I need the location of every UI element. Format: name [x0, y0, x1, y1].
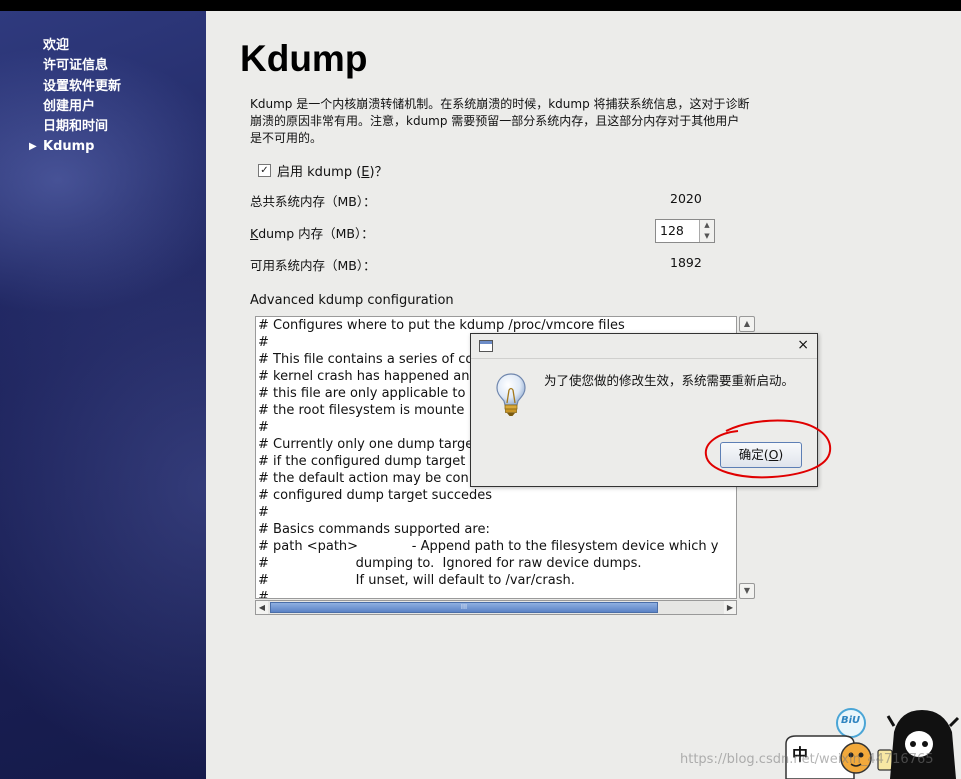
dialog-message: 为了使您做的修改生效，系统需要重新启动。	[544, 373, 795, 388]
enable-kdump-row[interactable]: ✓ 启用 kdump (E)？	[258, 161, 388, 180]
sticker-bubble-text: BiU	[841, 715, 861, 726]
sidebar-item-welcome: 欢迎	[43, 38, 70, 53]
cartoon-sticker: BiU 中	[782, 706, 961, 779]
sidebar-item-date-time: 日期和时间	[43, 119, 109, 135]
advanced-config-label: Advanced kdump configuration	[250, 293, 454, 308]
enable-kdump-checkbox[interactable]: ✓	[258, 163, 271, 177]
ok-button[interactable]: 确定(O)	[720, 442, 802, 468]
available-memory-value: 1892	[670, 255, 702, 270]
config-line: # dumping to. Ignored for raw device dum…	[258, 556, 642, 571]
kdump-memory-spinbox[interactable]: 128 ▲ ▼	[655, 219, 715, 243]
window-icon	[479, 340, 493, 352]
config-line: # If unset, will default to /var/crash.	[258, 573, 575, 588]
sidebar-steps: 欢迎 许可证信息 设置软件更新 创建用户 日期和时间 ▶ Kdump	[0, 36, 121, 158]
scroll-up-icon[interactable]: ▲	[739, 316, 755, 332]
lightbulb-icon	[496, 373, 526, 416]
sidebar-item-create-user: 创建用户	[43, 98, 96, 114]
close-icon[interactable]: ×	[797, 337, 809, 353]
enable-kdump-label: 启用 kdump (E)？	[277, 164, 388, 180]
spin-down-icon[interactable]: ▼	[699, 231, 714, 242]
page-title: Kdump	[240, 38, 368, 79]
scroll-right-icon[interactable]: ▶	[724, 601, 736, 614]
config-line: # Basics commands supported are:	[258, 522, 490, 537]
top-panel	[0, 0, 961, 11]
scroll-down-icon[interactable]: ▼	[739, 583, 755, 599]
config-line: # Configures where to put the kdump /pro…	[258, 318, 625, 333]
available-memory-label: 可用系统内存（MB）：	[250, 258, 376, 273]
kdump-memory-label: Kdump 内存（MB）：	[250, 226, 374, 241]
blog-watermark: https://blog.csdn.net/weixin_44716765	[680, 752, 934, 767]
total-memory-label: 总共系统内存（MB）：	[250, 194, 376, 209]
kdump-memory-input[interactable]: 128	[660, 223, 684, 238]
dialog-titlebar: ×	[471, 334, 817, 359]
horizontal-scroll-thumb[interactable]: III	[270, 602, 658, 613]
sidebar: 欢迎 许可证信息 设置软件更新 创建用户 日期和时间 ▶ Kdump	[0, 11, 206, 779]
restart-required-dialog: × 为了使您做的修改生效，系统需要重新启动。 确定(O)	[470, 333, 818, 487]
current-step-arrow-icon: ▶	[29, 141, 37, 153]
sidebar-item-kdump: ▶ Kdump	[0, 137, 121, 157]
config-line: #	[258, 505, 269, 520]
cartoon-sticker-image	[785, 708, 960, 779]
scroll-left-icon[interactable]: ◀	[256, 601, 268, 614]
sidebar-item-software-updates: 设置软件更新	[43, 78, 122, 94]
total-memory-value: 2020	[670, 191, 702, 206]
kdump-description: Kdump 是一个内核崩溃转储机制。在系统崩溃的时候，kdump 将捕获系统信息…	[250, 97, 750, 145]
config-line: # path <path> - Append path to the files…	[258, 539, 719, 554]
config-line: # configured dump target succedes	[258, 488, 493, 503]
sidebar-item-license: 许可证信息	[43, 58, 109, 74]
config-line: #	[258, 590, 269, 599]
config-horizontal-scrollbar[interactable]: ◀ III ▶	[255, 600, 737, 615]
